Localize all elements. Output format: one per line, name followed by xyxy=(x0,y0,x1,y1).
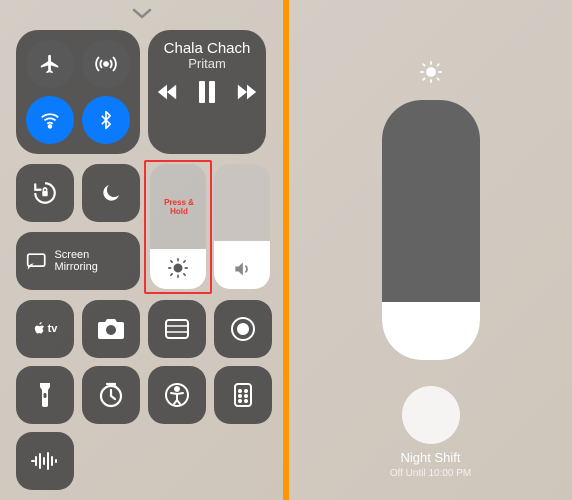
accessibility-button[interactable] xyxy=(148,366,206,424)
media-controls[interactable]: Chala Chach Pritam xyxy=(148,30,266,154)
volume-icon xyxy=(232,259,252,279)
cellular-data-button[interactable] xyxy=(82,40,130,88)
brightness-slider[interactable] xyxy=(150,164,206,289)
volume-slider[interactable] xyxy=(214,164,270,289)
orientation-lock-button[interactable] xyxy=(16,164,74,222)
bluetooth-button[interactable] xyxy=(82,96,130,144)
brightness-slider-large[interactable] xyxy=(382,100,480,360)
brightness-icon xyxy=(419,60,443,84)
night-shift-title: Night Shift xyxy=(289,450,572,465)
voice-memos-button[interactable] xyxy=(16,432,74,490)
do-not-disturb-button[interactable] xyxy=(82,164,140,222)
airplane-mode-button[interactable] xyxy=(26,40,74,88)
connectivity-group xyxy=(16,30,140,154)
night-shift-subtitle: Off Until 10:00 PM xyxy=(289,468,572,479)
control-center-panel: Chala Chach Pritam Screen Mirroring Pres… xyxy=(0,0,283,500)
pause-button[interactable] xyxy=(198,81,216,103)
apple-icon xyxy=(33,321,47,337)
wifi-button[interactable] xyxy=(26,96,74,144)
chevron-down-icon[interactable] xyxy=(132,8,152,20)
screen-mirroring-icon xyxy=(26,252,46,270)
controls-grid: tv xyxy=(16,300,272,490)
next-track-button[interactable] xyxy=(236,83,258,101)
camera-button[interactable] xyxy=(82,300,140,358)
flashlight-button[interactable] xyxy=(16,366,74,424)
brightness-icon xyxy=(167,257,189,279)
screen-record-button[interactable] xyxy=(214,300,272,358)
calculator-button[interactable] xyxy=(214,366,272,424)
apple-tv-label: tv xyxy=(48,323,58,335)
screen-mirroring-label: Screen Mirroring xyxy=(54,249,130,273)
media-artist: Pritam xyxy=(188,56,226,71)
apple-tv-button[interactable]: tv xyxy=(16,300,74,358)
night-shift-button[interactable] xyxy=(402,386,460,444)
media-title: Chala Chach xyxy=(164,40,251,57)
brightness-detail-panel: Night Shift Off Until 10:00 PM xyxy=(289,0,572,500)
wallet-button[interactable] xyxy=(148,300,206,358)
screen-mirroring-button[interactable]: Screen Mirroring xyxy=(16,232,140,290)
timer-button[interactable] xyxy=(82,366,140,424)
previous-track-button[interactable] xyxy=(156,83,178,101)
